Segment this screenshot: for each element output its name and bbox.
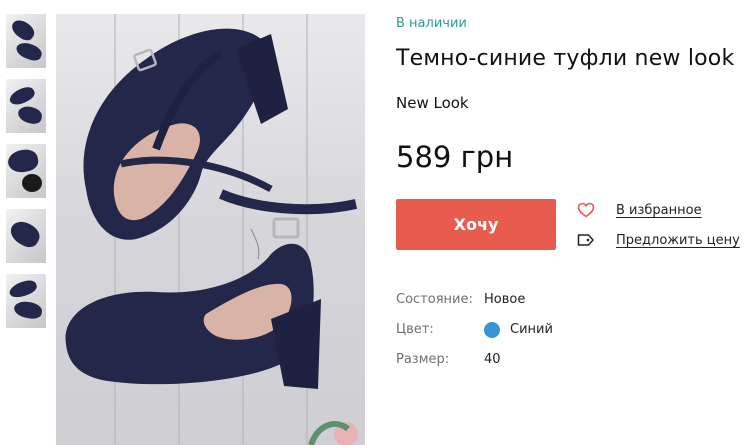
condition-value: Новое — [484, 292, 526, 307]
thumbnail-shoe — [22, 174, 42, 192]
product-price: 589 грн — [396, 140, 514, 174]
size-value: 40 — [484, 352, 501, 367]
shoe-illustration — [65, 28, 358, 445]
size-label: Размер: — [396, 352, 450, 367]
offer-price-link[interactable]: Предложить цену — [576, 230, 740, 250]
heart-icon — [576, 200, 596, 220]
product-photo[interactable] — [56, 14, 365, 445]
thumbnail-3[interactable] — [6, 144, 46, 198]
thumbnail-5[interactable] — [6, 274, 46, 328]
tag-icon — [576, 230, 596, 250]
offer-price-label: Предложить цену — [616, 232, 740, 248]
thumbnail-2[interactable] — [6, 79, 46, 133]
color-label: Цвет: — [396, 322, 434, 337]
thumbnail-4[interactable] — [6, 209, 46, 263]
thumbnail-shoe — [7, 277, 39, 301]
color-swatch — [484, 322, 500, 338]
availability-label: В наличии — [396, 16, 467, 31]
color-value: Синий — [510, 322, 553, 337]
thumbnail-1[interactable] — [6, 14, 46, 68]
want-button[interactable]: Хочу — [396, 199, 556, 250]
brand-name: New Look — [396, 94, 469, 112]
thumbnail-shoe — [6, 147, 40, 175]
add-to-favorites-link[interactable]: В избранное — [576, 200, 702, 220]
thumbnail-shoe — [14, 40, 44, 63]
thumbnail-shoe — [7, 84, 37, 108]
thumbnail-shoe — [6, 216, 44, 252]
condition-label: Состояние: — [396, 292, 473, 307]
thumbnail-shoe — [12, 299, 44, 321]
favorites-label: В избранное — [616, 202, 702, 218]
product-title: Темно-синие туфли new look — [396, 46, 735, 71]
thumbnail-shoe — [8, 16, 38, 44]
thumbnail-shoe — [16, 104, 44, 126]
